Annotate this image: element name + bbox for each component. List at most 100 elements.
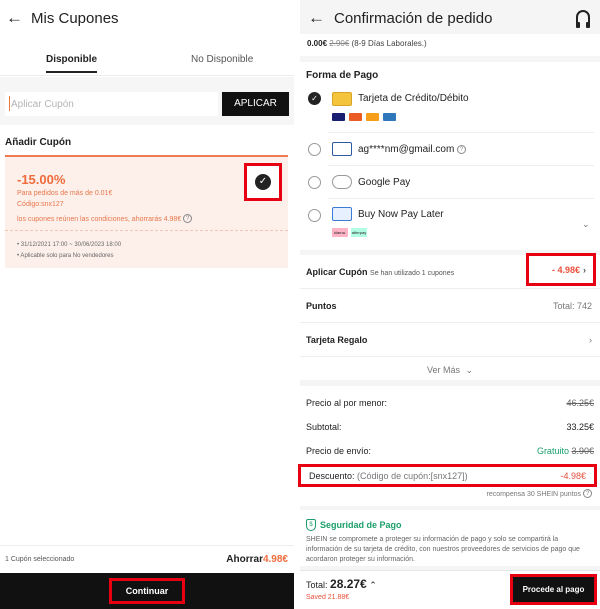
discount-title: Descuento: — [309, 471, 355, 481]
info-icon[interactable]: ? — [183, 214, 193, 223]
savings-label: Ahorrar — [226, 554, 263, 565]
shipping-old-price: 2.90€ — [329, 39, 350, 48]
security-text: SHEIN se compromete a proteger su inform… — [306, 536, 580, 563]
coupon-divider — [5, 230, 288, 231]
text-cursor — [9, 96, 10, 111]
chevron-down-icon[interactable]: ⌄ — [582, 219, 590, 230]
discount-label: Descuento: (Código de cupón:[snx127]) — [309, 471, 468, 481]
divider — [328, 165, 594, 166]
reward-text: recompensa 30 SHEIN puntos — [486, 491, 582, 498]
apply-coupon-label: Aplicar Cupón Se han utilizado 1 cupones — [306, 267, 454, 277]
retail-value: 46.25€ — [566, 398, 594, 408]
coupons-header: ← Mis Cupones — [0, 0, 294, 38]
page-title: Confirmación de pedido — [334, 10, 493, 27]
chevron-down-icon: ⌄ — [465, 365, 474, 375]
coupon-selection-footer: 1 Cupón seleccionado Ahorrar4.98€ — [0, 545, 294, 572]
discount-code: (Código de cupón:[snx127]) — [357, 471, 468, 481]
coupon-discount-amount: - 4.98€ — [551, 265, 580, 275]
coupon-discount-value: - 4.98€ › — [552, 265, 586, 275]
headset-icon[interactable] — [576, 10, 590, 28]
order-confirmation-screen: ← Confirmación de pedido 0.00€ 2.90€ (8-… — [298, 0, 600, 609]
radio-card[interactable]: ✓ — [308, 92, 321, 105]
google-pay-icon — [332, 175, 352, 189]
coupon-value-highlight[interactable]: - 4.98€ › — [526, 253, 596, 286]
payment-card-label[interactable]: Tarjeta de Crédito/Débito — [358, 93, 469, 104]
savings-amount: 4.98€ — [262, 554, 288, 565]
proceed-to-payment-button[interactable]: Procede al pago — [510, 574, 597, 605]
amex-icon — [383, 113, 396, 121]
points-total: Total: 742 — [552, 301, 592, 311]
total-value: 28.27€ — [330, 577, 367, 591]
coupon-select-highlight: ✓ — [244, 163, 282, 201]
afterpay-icon: afterpay — [351, 228, 367, 237]
coupon-min-order: Para pedidos de más de 0.01€ — [17, 190, 113, 197]
tab-available[interactable]: Disponible — [46, 54, 98, 73]
savings-total: Ahorrar4.98€ — [226, 554, 288, 565]
info-icon[interactable]: ? — [457, 145, 467, 154]
total-label: Total: — [306, 580, 328, 590]
payment-security: $ Seguridad de Pago SHEIN se compromete … — [300, 510, 600, 566]
payment-google-pay-label[interactable]: Google Pay — [358, 177, 410, 188]
reward-points: recompensa 30 SHEIN puntos ? — [486, 489, 592, 498]
chevron-right-icon: › — [589, 335, 592, 345]
coupon-savings-text: los cupones reúnen las condiciones, ahor… — [17, 216, 182, 223]
retail-price-row: Precio al por menor: 46.25€ — [306, 398, 594, 408]
chevron-right-icon: › — [583, 265, 586, 275]
shipping-price-value: Gratuito 3.90€ — [537, 446, 594, 456]
coupon-code: Código:snx127 — [17, 201, 64, 208]
coupon-validity: • 31/12/2021 17:00 ~ 30/06/2023 18:00 — [17, 242, 122, 248]
coupon-row-sub: Se han utilizado 1 cupones — [370, 270, 455, 277]
page-title: Mis Cupones — [31, 10, 119, 27]
shipping-price: 0.00€ — [307, 39, 328, 48]
saved-amount: Saved 21.88€ — [306, 594, 350, 601]
shield-icon: $ — [306, 519, 316, 531]
calendar-icon — [332, 207, 352, 221]
discount-value: -4.98€ — [560, 471, 586, 481]
order-total[interactable]: Total: 28.27€ ⌃ — [306, 577, 377, 591]
points-row[interactable]: Puntos Total: 742 — [300, 289, 600, 323]
shipping-old-value: 3.90€ — [571, 446, 594, 456]
tab-unavailable[interactable]: No Disponible — [191, 54, 253, 65]
discount-highlight: Descuento: (Código de cupón:[snx127]) -4… — [298, 464, 597, 487]
price-summary: Precio al por menor: 46.25€ Subtotal: 33… — [300, 386, 600, 506]
coupon-tabs: Disponible No Disponible — [0, 50, 294, 76]
payment-paypal-label[interactable]: ag****nm@gmail.com ? — [358, 144, 467, 155]
back-arrow-icon[interactable]: ← — [6, 9, 23, 26]
divider — [328, 198, 594, 199]
points-label: Puntos — [306, 301, 337, 311]
selected-count: 1 Cupón seleccionado — [5, 556, 75, 563]
radio-bnpl[interactable] — [308, 209, 321, 222]
checkmark-icon[interactable]: ✓ — [255, 174, 271, 190]
mastercard-icon — [349, 113, 362, 121]
radio-google-pay[interactable] — [308, 176, 321, 189]
gift-card-label: Tarjeta Regalo — [306, 335, 368, 345]
apply-coupon-button[interactable]: APLICAR — [222, 92, 289, 116]
shipping-price-label: Precio de envío: — [306, 446, 372, 456]
gift-card-row[interactable]: Tarjeta Regalo › — [300, 323, 600, 357]
shipping-days: (8-9 Días Laborales.) — [351, 39, 427, 48]
continue-button[interactable]: Continuar — [109, 578, 185, 604]
coupon-code-input[interactable] — [5, 92, 218, 116]
coupons-screen: ← Mis Cupones Disponible No Disponible A… — [0, 0, 294, 609]
retail-label: Precio al por menor: — [306, 398, 388, 408]
see-more-link[interactable]: Ver Más ⌄ — [300, 365, 600, 376]
chevron-up-icon: ⌃ — [369, 580, 377, 590]
payment-bnpl-label[interactable]: Buy Now Pay Later — [358, 209, 444, 220]
see-more-label: Ver Más — [426, 365, 460, 375]
shipping-price-row: Precio de envío: Gratuito 3.90€ — [306, 446, 594, 456]
shipping-text: 0.00€ 2.90€ (8-9 Días Laborales.) — [307, 39, 427, 48]
paypal-icon — [332, 142, 352, 156]
radio-paypal[interactable] — [308, 143, 321, 156]
subtotal-row: Subtotal: 33.25€ — [306, 422, 594, 432]
subtotal-label: Subtotal: — [306, 422, 342, 432]
back-arrow-icon[interactable]: ← — [308, 9, 325, 26]
info-icon[interactable]: ? — [583, 489, 592, 498]
subtotal-value: 33.25€ — [566, 422, 594, 432]
paypal-email: ag****nm@gmail.com — [358, 144, 455, 155]
coupon-scope: • Aplicable solo para No vendedores — [17, 253, 114, 259]
credit-card-icon — [332, 92, 352, 106]
divider — [328, 132, 594, 133]
shipping-option: 0.00€ 2.90€ (8-9 Días Laborales.) — [300, 34, 600, 56]
security-title: Seguridad de Pago — [320, 520, 402, 530]
visa-icon — [332, 113, 345, 121]
